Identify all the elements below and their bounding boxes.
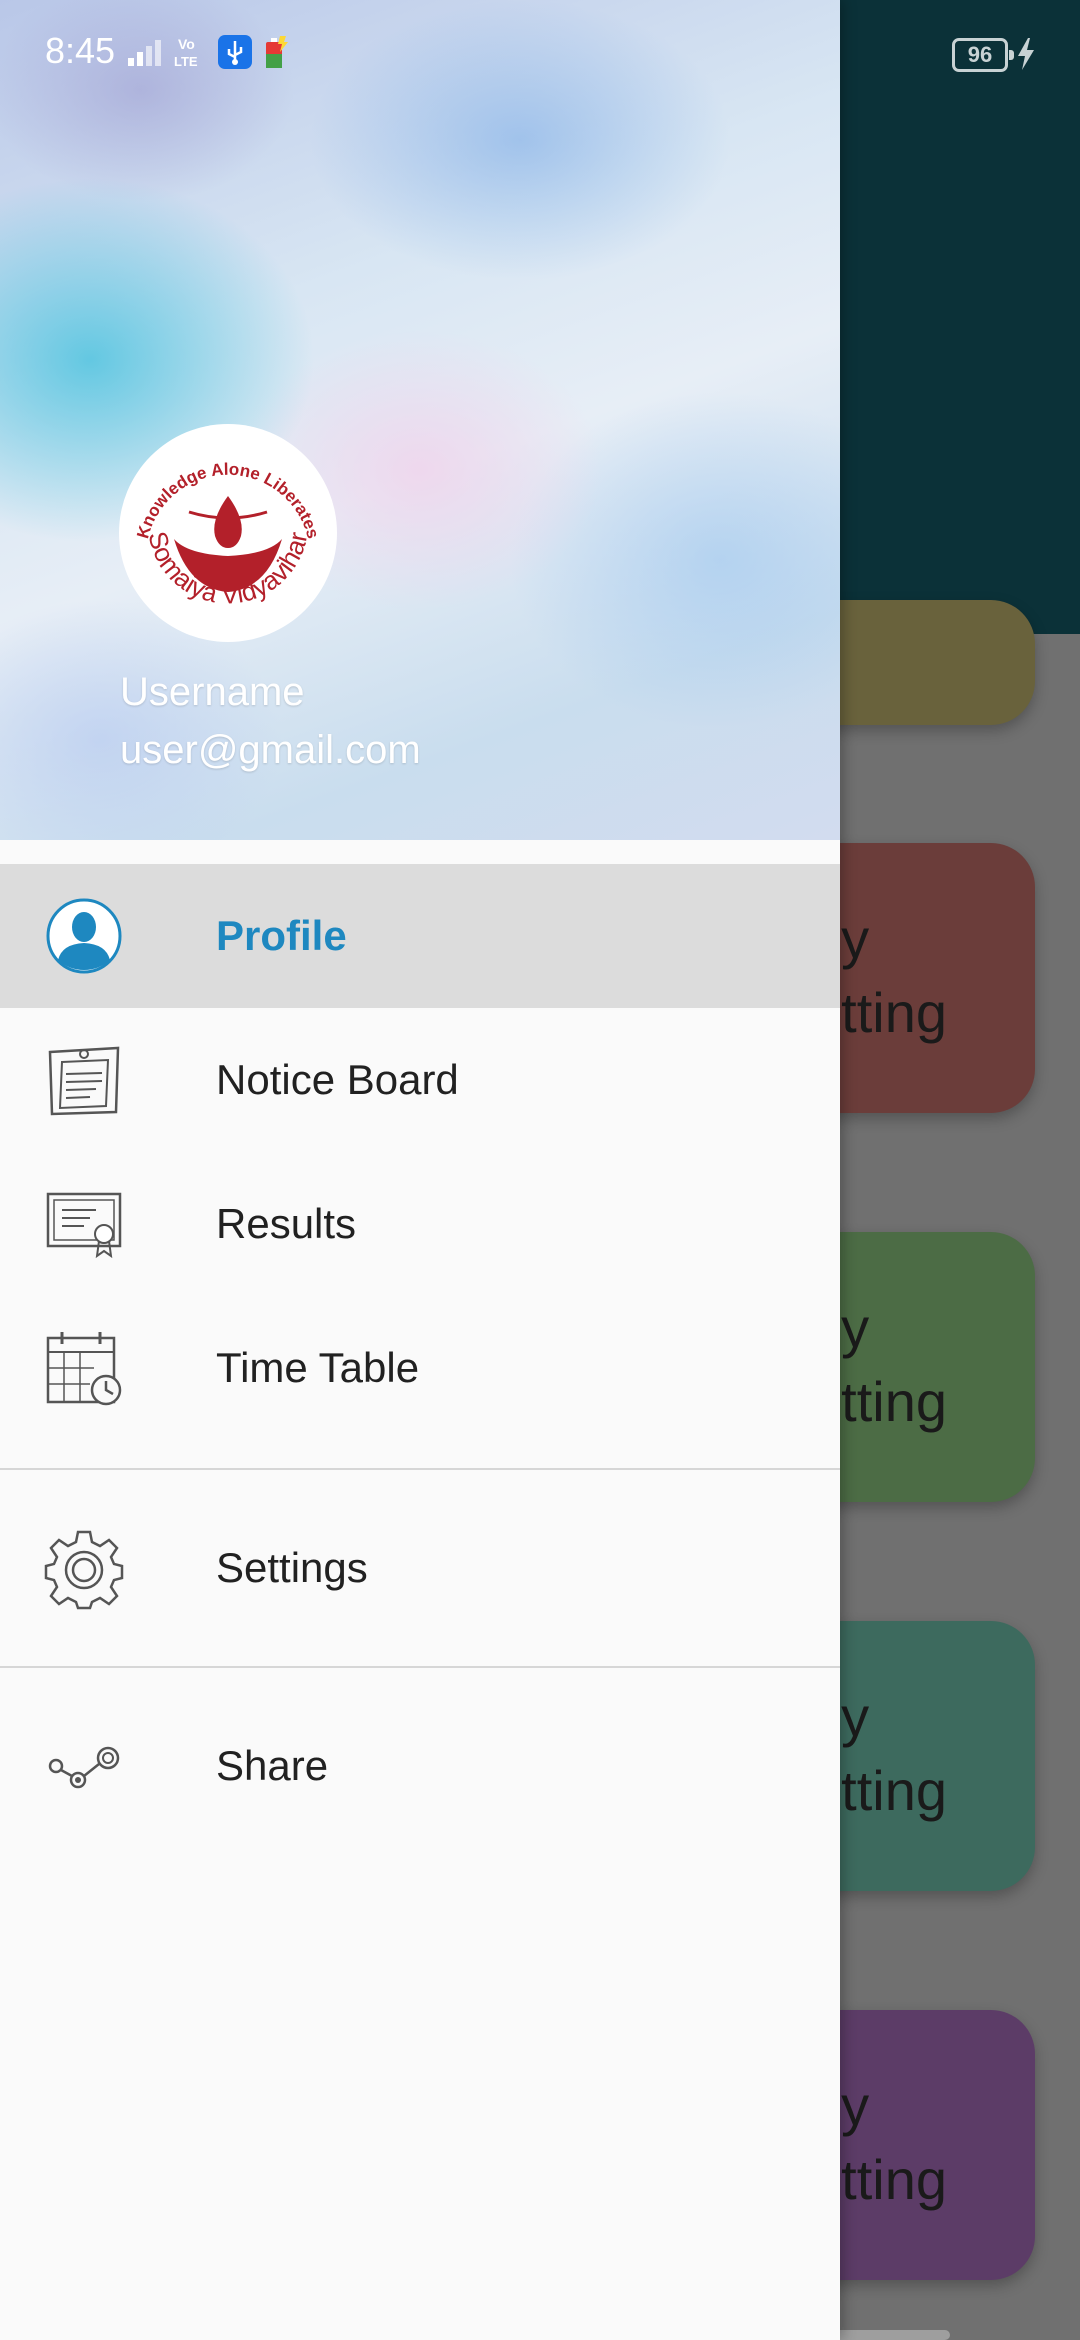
- somaiya-vidyavihar-logo: Knowledge Alone Liberates Somaiya Vidyav…: [119, 424, 337, 642]
- menu-label: Settings: [216, 1544, 368, 1591]
- menu-item-time-table[interactable]: Time Table: [0, 1296, 840, 1440]
- charging-icon: [1018, 38, 1034, 70]
- menu-label: Profile: [216, 912, 347, 959]
- drawer-menu: Profile Notice Board Results Time Table …: [0, 864, 840, 1836]
- share-icon: [48, 1746, 120, 1789]
- menu-label: Time Table: [216, 1344, 420, 1391]
- battery-icon: 96: [952, 38, 1014, 72]
- drawer-header: Knowledge Alone Liberates Somaiya Vidyav…: [0, 0, 840, 840]
- menu-divider: [0, 1666, 840, 1668]
- menu-divider: [0, 1468, 840, 1470]
- menu-item-notice-board[interactable]: Notice Board: [0, 1008, 840, 1152]
- logo-graphic: Knowledge Alone Liberates Somaiya Vidyav…: [133, 460, 323, 610]
- menu-label: Notice Board: [216, 1056, 459, 1103]
- volte-icon: Vo LTE: [174, 36, 198, 69]
- svg-text:Vo: Vo: [178, 36, 195, 52]
- drawer-username: Username: [120, 670, 305, 714]
- menu-item-results[interactable]: Results: [0, 1152, 840, 1296]
- menu-label: Share: [216, 1742, 329, 1789]
- status-bar: 8:45 Vo LTE 96: [0, 0, 1080, 110]
- drawer-email: user@gmail.com: [120, 728, 421, 772]
- menu-item-profile[interactable]: Profile: [0, 864, 840, 1008]
- svg-text:LTE: LTE: [174, 54, 198, 69]
- certificate-icon: [46, 1192, 122, 1259]
- usb-icon: [218, 35, 252, 69]
- menu-label: Results: [216, 1200, 357, 1247]
- status-time: 8:45: [45, 30, 116, 71]
- scrollbar[interactable]: [830, 2330, 950, 2340]
- menu-item-settings[interactable]: Settings: [0, 1498, 840, 1638]
- status-icons: Vo LTE: [128, 34, 288, 70]
- profile-icon: [46, 898, 122, 974]
- notice-board-icon: [48, 1046, 120, 1116]
- gear-icon: [44, 1530, 124, 1610]
- menu-item-share[interactable]: Share: [0, 1696, 840, 1836]
- battery-saver-icon: [266, 36, 288, 68]
- navigation-drawer: Knowledge Alone Liberates Somaiya Vidyav…: [0, 0, 840, 2340]
- signal-icon: [128, 40, 161, 66]
- calendar-icon: [46, 1332, 122, 1406]
